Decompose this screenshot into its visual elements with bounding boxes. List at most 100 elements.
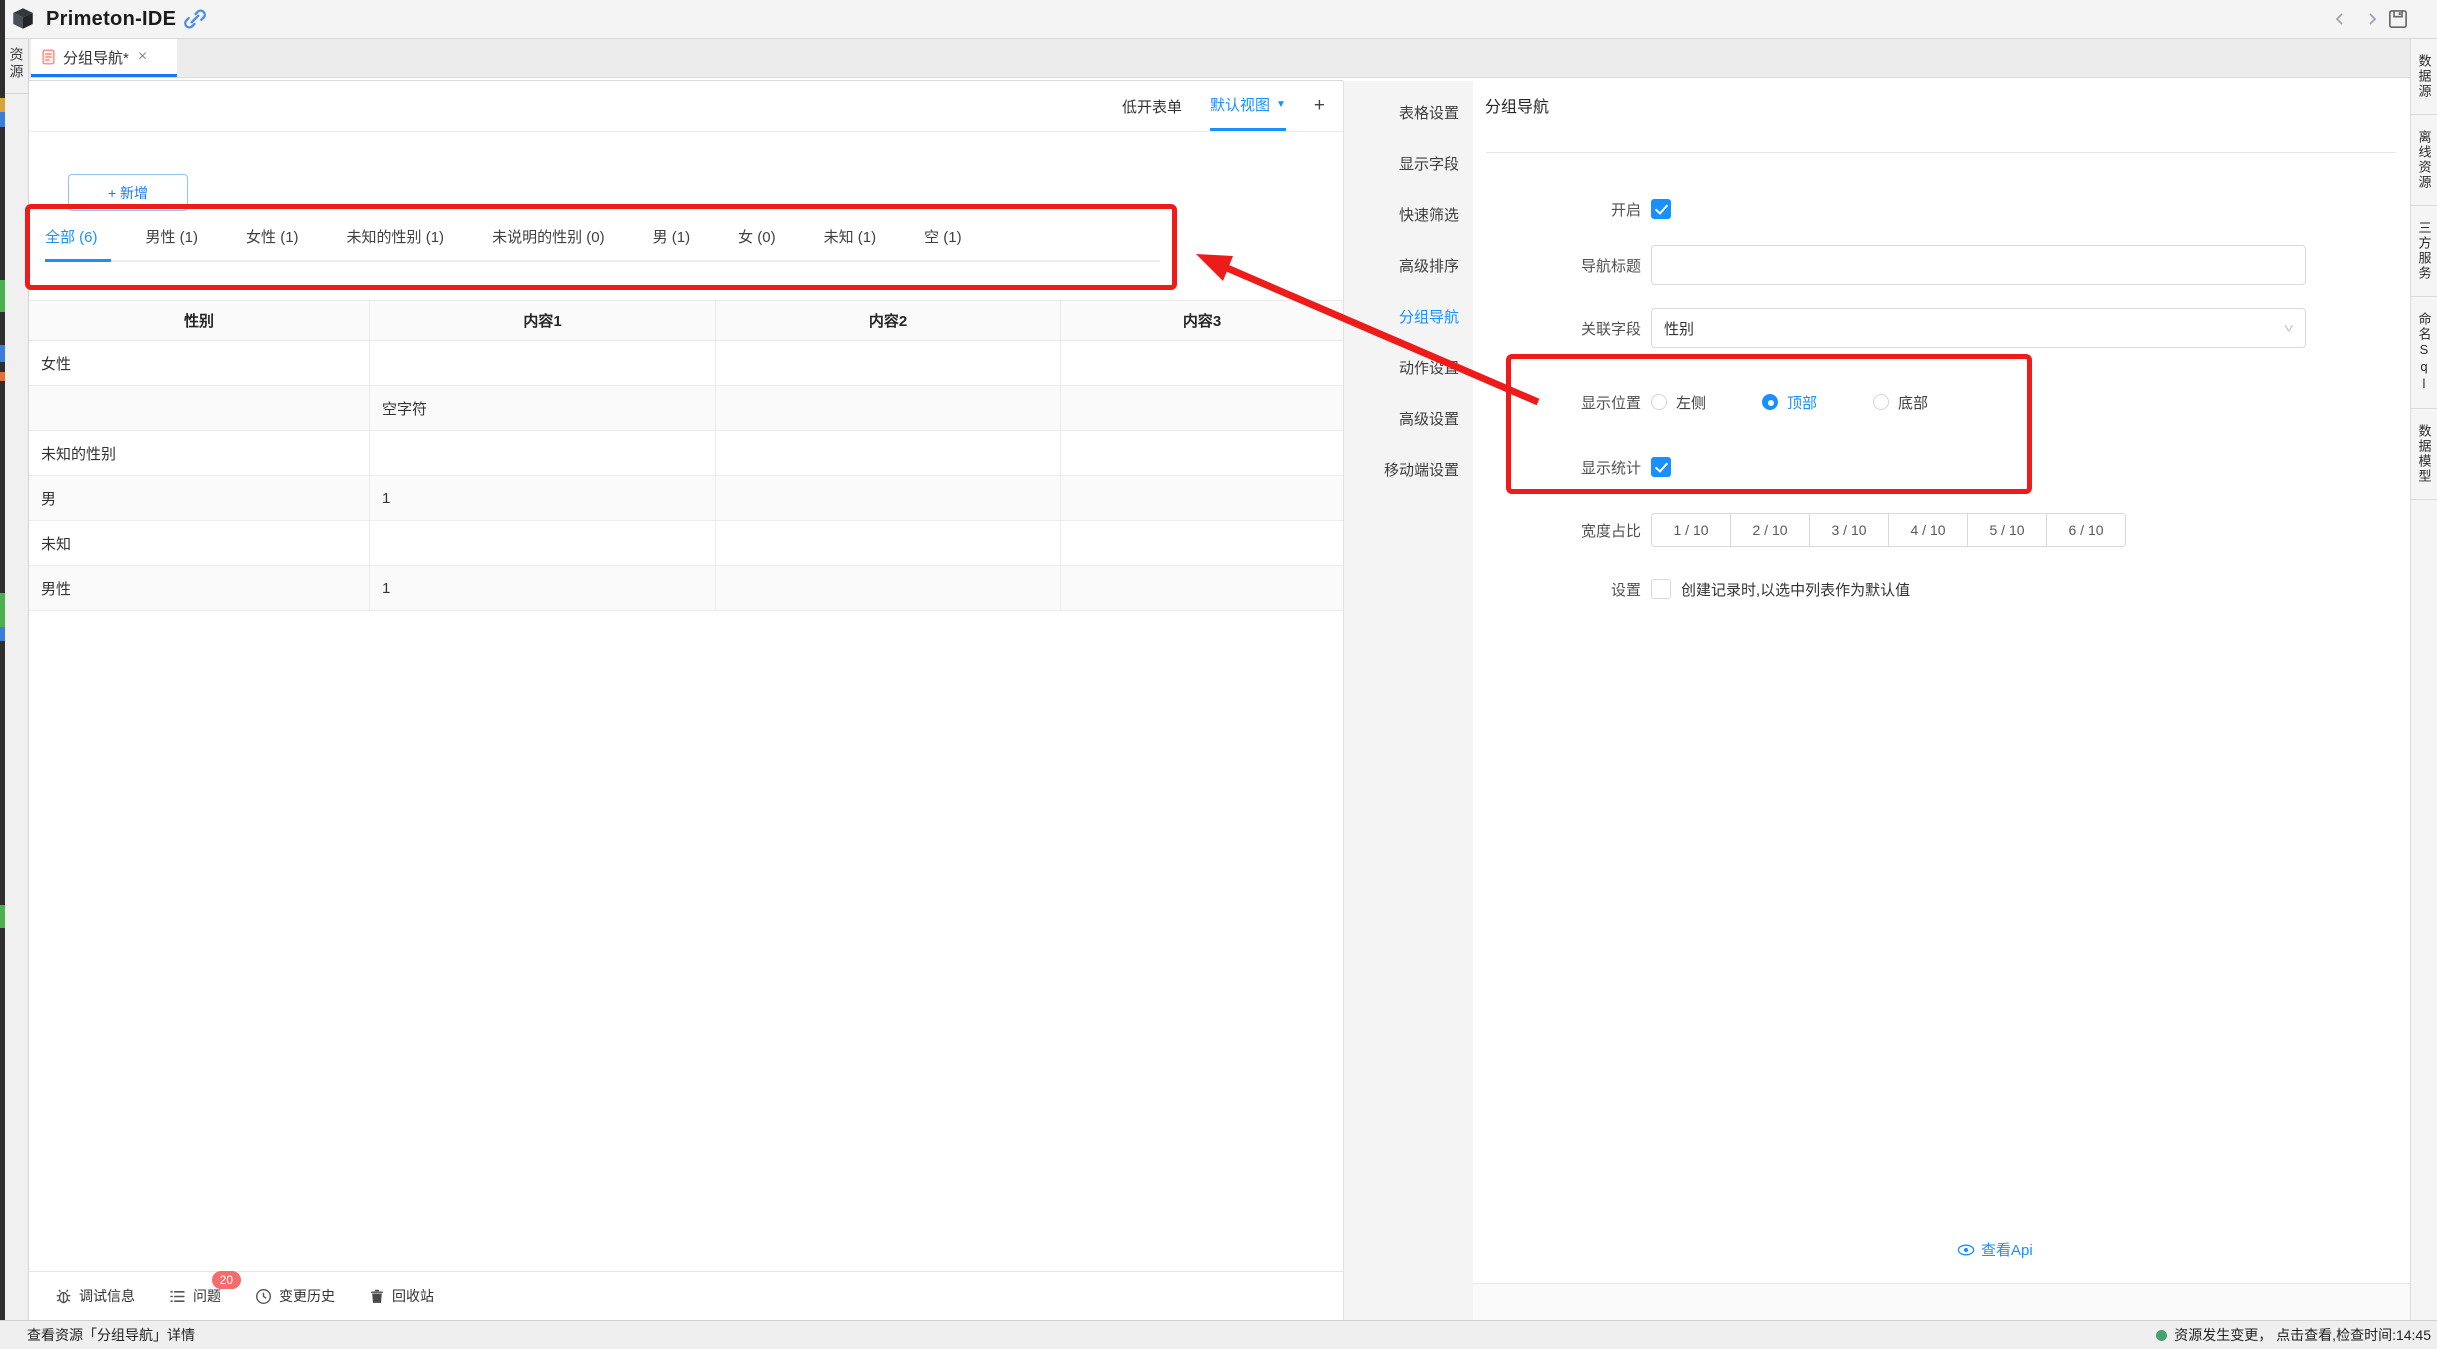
status-left-text[interactable]: 查看资源「分组导航」详情 (27, 1325, 195, 1345)
width-ratio-button[interactable]: 3 / 10 (1809, 513, 1889, 547)
settings-menu-item[interactable]: 移动端设置 (1344, 444, 1473, 495)
settings-menu-item[interactable]: 高级排序 (1344, 240, 1473, 291)
table-cell: 未知的性别 (29, 431, 370, 476)
low-code-form-button[interactable]: 低开表单 (1122, 81, 1182, 131)
width-ratio-button[interactable]: 6 / 10 (2046, 513, 2126, 547)
edge-marker (0, 627, 5, 641)
position-radio[interactable]: 顶部 (1762, 392, 1817, 413)
show-stats-row: 显示统计 (1473, 449, 2393, 485)
radio-icon (1651, 394, 1667, 410)
group-tab[interactable]: 未知 (1) (824, 226, 877, 247)
edge-marker (0, 905, 5, 928)
link-icon[interactable] (184, 8, 206, 30)
settings-menu-item[interactable]: 分组导航 (1344, 291, 1473, 342)
show-stats-checkbox[interactable] (1651, 457, 1671, 477)
width-ratio-button[interactable]: 5 / 10 (1967, 513, 2047, 547)
panel-divider (1486, 152, 2396, 153)
toolbar-item-label: 问题 (193, 1286, 221, 1306)
nav-title-input[interactable] (1651, 245, 2306, 285)
status-right[interactable]: 资源发生变更， 点击查看,检查时间:14:45 (2156, 1325, 2431, 1345)
panel-title: 分组导航 (1485, 93, 1549, 117)
width-ratio-options: 1 / 102 / 103 / 104 / 105 / 106 / 10 (1651, 513, 2126, 547)
settings-menu-item[interactable]: 快速筛选 (1344, 189, 1473, 240)
table-row[interactable]: 男性1 (29, 566, 1343, 611)
enable-checkbox[interactable] (1651, 199, 1671, 219)
group-tab[interactable]: 未知的性别 (1) (347, 226, 445, 247)
rail-tab-resources[interactable]: 资源 (5, 39, 28, 94)
nav-title-row: 导航标题 (1473, 244, 2393, 286)
radio-label: 左侧 (1676, 392, 1706, 413)
table-cell (1061, 476, 1343, 521)
width-ratio-button[interactable]: 4 / 10 (1888, 513, 1968, 547)
app-title: Primeton-IDE (46, 8, 176, 31)
group-tab[interactable]: 男 (1) (653, 226, 691, 247)
table-cell (370, 341, 716, 386)
title-bar: Primeton-IDE (0, 0, 2437, 39)
table-cell: 男性 (29, 566, 370, 611)
group-tab[interactable]: 空 (1) (924, 226, 962, 247)
settings-menu-item[interactable]: 显示字段 (1344, 138, 1473, 189)
group-tab[interactable]: 全部 (6) (45, 226, 98, 247)
enable-row: 开启 (1473, 191, 2393, 227)
tab-label: 分组导航* (63, 47, 129, 68)
table-row[interactable]: 未知的性别 (29, 431, 1343, 476)
table-cell: 1 (370, 566, 716, 611)
save-icon[interactable] (2386, 7, 2410, 31)
radio-label: 顶部 (1787, 392, 1817, 413)
default-view-tab[interactable]: 默认视图 ▼ (1210, 81, 1286, 131)
group-tab[interactable]: 女性 (1) (246, 226, 299, 247)
setting-checkbox[interactable] (1651, 579, 1671, 599)
related-field-select[interactable]: 性别 ˅ (1651, 308, 2306, 348)
table-cell (1061, 386, 1343, 431)
radio-label: 底部 (1898, 392, 1928, 413)
toolbar-item-问题[interactable]: 问题20 (169, 1286, 221, 1306)
display-position-label: 显示位置 (1473, 392, 1641, 413)
history-back-icon[interactable] (2328, 7, 2352, 31)
toolbar-item-调试信息[interactable]: 调试信息 (55, 1286, 135, 1306)
group-tab[interactable]: 女 (0) (738, 226, 776, 247)
right-rail-item[interactable]: 三方服务 (2411, 206, 2437, 297)
table-row[interactable]: 女性 (29, 341, 1343, 386)
table-cell (716, 566, 1061, 611)
group-tab[interactable]: 未说明的性别 (0) (492, 226, 605, 247)
table-cell (370, 521, 716, 566)
right-rail-item[interactable]: 数据源 (2411, 39, 2437, 115)
toolbar-item-变更历史[interactable]: 变更历史 (255, 1286, 335, 1306)
toolbar-item-label: 调试信息 (79, 1286, 135, 1306)
close-icon[interactable]: × (138, 49, 147, 65)
add-view-button[interactable]: + (1314, 81, 1325, 131)
table-cell (1061, 431, 1343, 476)
right-rail-item[interactable]: 命名Sql (2411, 297, 2437, 409)
right-rail-item[interactable]: 离线资源 (2411, 115, 2437, 206)
table-row[interactable]: 空字符 (29, 386, 1343, 431)
position-radio[interactable]: 左侧 (1651, 392, 1706, 413)
enable-label: 开启 (1473, 199, 1641, 220)
position-radio[interactable]: 底部 (1873, 392, 1928, 413)
settings-menu-item[interactable]: 高级设置 (1344, 393, 1473, 444)
radio-icon (1762, 394, 1778, 410)
settings-menu-item[interactable]: 动作设置 (1344, 342, 1473, 393)
settings-menu-item[interactable]: 表格设置 (1344, 87, 1473, 138)
clock-icon (255, 1288, 272, 1305)
group-tab[interactable]: 男性 (1) (146, 226, 199, 247)
right-rail-item[interactable]: 数据模型 (2411, 409, 2437, 500)
view-api-link[interactable]: 查看Api (1957, 1239, 2033, 1260)
toolbar-item-回收站[interactable]: 回收站 (369, 1286, 434, 1306)
edge-marker (0, 112, 5, 127)
add-record-button[interactable]: + 新增 (68, 174, 188, 211)
record-table: 性别内容1内容2内容3 女性空字符未知的性别男1未知男性1 (29, 300, 1343, 611)
table-row[interactable]: 男1 (29, 476, 1343, 521)
width-ratio-row: 宽度占比 1 / 102 / 103 / 104 / 105 / 106 / 1… (1473, 512, 2393, 548)
history-forward-icon[interactable] (2360, 7, 2384, 31)
table-row[interactable]: 未知 (29, 521, 1343, 566)
table-cell (716, 341, 1061, 386)
tab-group-navigation[interactable]: 分组导航* × (31, 39, 177, 75)
width-ratio-button[interactable]: 2 / 10 (1730, 513, 1810, 547)
table-header-cell: 性别 (29, 301, 370, 341)
table-cell (1061, 566, 1343, 611)
settings-menu: 表格设置显示字段快速筛选高级排序分组导航动作设置高级设置移动端设置 (1343, 81, 1473, 1320)
status-bar: 查看资源「分组导航」详情 资源发生变更， 点击查看,检查时间:14:45 (0, 1320, 2437, 1349)
trash-icon (369, 1288, 385, 1305)
editor-tab-bar: 分组导航* × (29, 39, 2410, 78)
width-ratio-button[interactable]: 1 / 10 (1651, 513, 1731, 547)
